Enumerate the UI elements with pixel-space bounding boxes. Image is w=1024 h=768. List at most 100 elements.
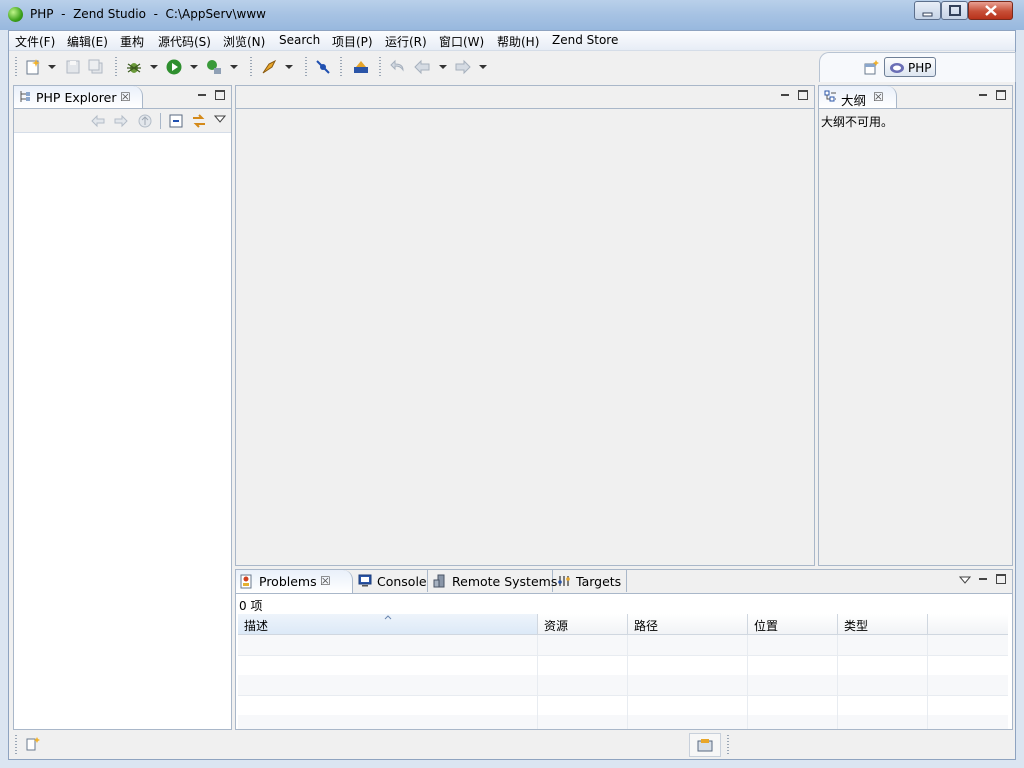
menu-source[interactable]: 源代码(S) — [158, 33, 211, 50]
toolbar-separator — [160, 113, 161, 129]
table-cell — [838, 655, 928, 675]
table-cell — [238, 635, 538, 655]
menu-file[interactable]: 文件(F) — [15, 33, 55, 50]
table-cell — [238, 695, 538, 715]
column-path[interactable]: 路径 — [628, 614, 748, 634]
table-row[interactable] — [238, 695, 1008, 716]
debug-dropdown-icon[interactable] — [150, 65, 158, 69]
debug-icon[interactable] — [125, 58, 143, 76]
minimize-view-icon[interactable] — [198, 94, 206, 96]
menu-help[interactable]: 帮助(H) — [497, 33, 539, 50]
menu-refactor[interactable]: 重构 — [120, 33, 144, 50]
php-perspective-button[interactable]: PHP — [884, 57, 936, 77]
deploy-icon[interactable] — [260, 58, 278, 76]
tab-console[interactable]: Console — [355, 570, 428, 592]
menu-search[interactable]: Search — [279, 33, 320, 47]
problems-view: Problems ☒ Console Remote Systems Target… — [235, 569, 1013, 730]
table-row[interactable] — [238, 675, 1008, 696]
table-cell — [748, 655, 838, 675]
menu-zend-store[interactable]: Zend Store — [552, 33, 618, 47]
run-icon[interactable] — [165, 58, 183, 76]
link-with-editor-icon[interactable] — [191, 113, 207, 129]
menu-edit[interactable]: 编辑(E) — [67, 33, 108, 50]
main-toolbar: PHP — [9, 51, 1016, 83]
toolbar-grip[interactable] — [115, 57, 117, 77]
back-icon[interactable] — [90, 113, 106, 129]
progress-icon — [697, 739, 713, 752]
workbench: 文件(F) 编辑(E) 重构 源代码(S) 浏览(N) Search 项目(P)… — [8, 30, 1016, 760]
status-bar — [9, 731, 1015, 759]
close-tab-icon[interactable]: ☒ — [120, 90, 131, 104]
outline-tab-label: 大纲 — [841, 93, 867, 108]
fast-view-icon[interactable] — [25, 736, 41, 752]
run-external-icon[interactable] — [205, 58, 223, 76]
view-menu-icon[interactable] — [959, 575, 971, 585]
forward-dropdown-icon[interactable] — [479, 65, 487, 69]
minimize-view-icon[interactable] — [979, 578, 987, 580]
close-tab-icon[interactable]: ☒ — [320, 574, 331, 588]
minimize-view-icon[interactable] — [979, 94, 987, 96]
back-icon[interactable] — [413, 58, 431, 76]
new-file-icon[interactable] — [24, 58, 42, 76]
minimize-button[interactable] — [914, 1, 941, 20]
collapse-all-icon[interactable] — [168, 113, 184, 129]
title-bar[interactable]: PHP - Zend Studio - C:\AppServ\www — [0, 0, 1024, 30]
table-row[interactable] — [238, 635, 1008, 656]
deploy-dropdown-icon[interactable] — [285, 65, 293, 69]
maximize-view-icon[interactable] — [996, 574, 1006, 584]
save-all-icon[interactable] — [87, 58, 105, 76]
external-dropdown-icon[interactable] — [230, 65, 238, 69]
background-tasks-button[interactable] — [689, 733, 721, 757]
back-dropdown-icon[interactable] — [439, 65, 447, 69]
minimize-editor-icon[interactable] — [781, 94, 789, 96]
toolbar-grip[interactable] — [379, 57, 381, 77]
column-resource[interactable]: 资源 — [538, 614, 628, 634]
open-type-icon[interactable] — [352, 58, 370, 76]
tab-outline[interactable]: 大纲 ☒ — [819, 86, 897, 108]
open-perspective-icon[interactable] — [864, 60, 880, 76]
table-cell — [748, 715, 838, 729]
column-type[interactable]: 类型 — [838, 614, 928, 634]
table-cell — [628, 635, 748, 655]
maximize-view-icon[interactable] — [996, 90, 1006, 100]
column-location[interactable]: 位置 — [748, 614, 838, 634]
table-row[interactable] — [238, 655, 1008, 676]
toggle-breakpoint-icon[interactable] — [314, 58, 332, 76]
menu-window[interactable]: 窗口(W) — [439, 33, 484, 50]
toolbar-grip[interactable] — [250, 57, 252, 77]
close-button[interactable] — [968, 1, 1013, 20]
table-cell — [538, 675, 628, 695]
tab-problems[interactable]: Problems ☒ — [236, 570, 353, 593]
status-grip[interactable] — [15, 735, 17, 755]
toolbar-grip[interactable] — [340, 57, 342, 77]
problems-count: 0 项 — [239, 599, 263, 613]
tab-targets[interactable]: Targets — [554, 570, 627, 592]
last-edit-icon[interactable] — [389, 58, 407, 76]
save-icon[interactable] — [64, 58, 82, 76]
up-icon[interactable] — [137, 113, 153, 129]
status-grip[interactable] — [727, 735, 729, 755]
window-title: PHP - Zend Studio - C:\AppServ\www — [30, 7, 266, 21]
menu-run[interactable]: 运行(R) — [385, 33, 427, 50]
maximize-button[interactable] — [941, 1, 968, 20]
tab-remote-systems[interactable]: Remote Systems — [429, 570, 557, 592]
table-cell — [538, 655, 628, 675]
menu-project[interactable]: 项目(P) — [332, 33, 373, 50]
maximize-editor-icon[interactable] — [798, 90, 808, 100]
close-tab-icon[interactable]: ☒ — [873, 90, 884, 104]
toolbar-grip[interactable] — [305, 57, 307, 77]
maximize-view-icon[interactable] — [215, 90, 225, 100]
column-description[interactable]: 描述 — [238, 614, 538, 634]
tab-php-explorer[interactable]: PHP Explorer ☒ — [14, 86, 143, 108]
view-menu-icon[interactable] — [214, 114, 226, 124]
run-dropdown-icon[interactable] — [190, 65, 198, 69]
forward-icon[interactable] — [113, 113, 129, 129]
editor-tabstrip — [236, 86, 814, 109]
outline-tabstrip: 大纲 ☒ — [819, 86, 1012, 109]
explorer-tree[interactable] — [14, 133, 231, 729]
forward-icon[interactable] — [454, 58, 472, 76]
new-dropdown-icon[interactable] — [48, 65, 56, 69]
toolbar-grip[interactable] — [15, 57, 17, 77]
menu-navigate[interactable]: 浏览(N) — [223, 33, 265, 50]
table-row[interactable] — [238, 715, 1008, 729]
